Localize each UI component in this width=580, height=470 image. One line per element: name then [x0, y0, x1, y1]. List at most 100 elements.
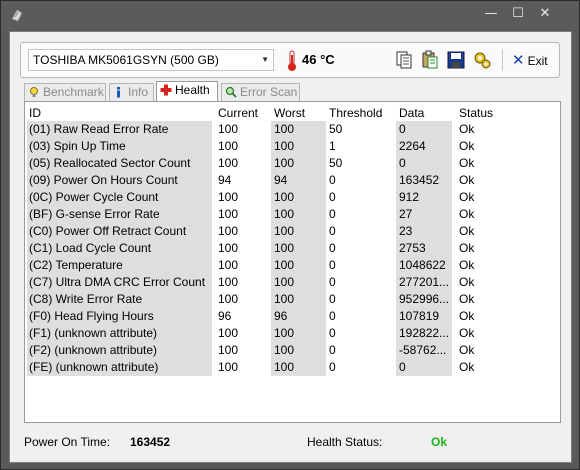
cell-threshold: 0	[329, 207, 336, 221]
minimize-button[interactable]: —	[478, 3, 504, 25]
drive-select-value: TOSHIBA MK5061GSYN (500 GB)	[33, 53, 219, 67]
cell-worst: 100	[274, 360, 295, 374]
table-row[interactable]: (03) Spin Up Time 100 100 1 2264 Ok	[27, 138, 557, 155]
cell-threshold: 0	[329, 258, 336, 272]
table-row[interactable]: (C1) Load Cycle Count 100 100 0 2753 Ok	[27, 240, 557, 257]
cell-threshold: 0	[329, 190, 336, 204]
cell-threshold: 0	[329, 292, 336, 306]
health-status-label: Health Status:	[307, 435, 383, 449]
smart-attributes-table[interactable]: ID Current Worst Threshold Data Status (…	[27, 104, 557, 376]
cell-threshold: 0	[329, 173, 336, 187]
cell-worst: 96	[274, 309, 288, 323]
table-row[interactable]: (C8) Write Error Rate 100 100 0 952996... Ok	[27, 291, 557, 308]
table-row[interactable]: (09) Power On Hours Count 94 94 0 163452 Ok	[27, 172, 557, 189]
cell-current: 100	[218, 258, 239, 272]
cell-worst: 100	[274, 207, 295, 221]
main-client-area: TOSHIBA MK5061GSYN (500 GB) ▼ 46 °C ✕ Ex…	[9, 31, 572, 463]
table-row[interactable]: (F2) (unknown attribute) 100 100 0 -58762...…	[27, 342, 557, 359]
tab-error-scan-label: Error Scan	[240, 85, 298, 99]
health-panel: ID Current Worst Threshold Data Status (…	[24, 101, 561, 423]
cell-id: (0C) Power Cycle Count	[29, 190, 159, 204]
cell-worst: 100	[274, 275, 295, 289]
drive-select[interactable]: TOSHIBA MK5061GSYN (500 GB) ▼	[28, 49, 274, 71]
cell-status: Ok	[459, 275, 475, 289]
tab-health-label: Health	[175, 83, 210, 97]
app-icon	[11, 9, 23, 22]
header-worst[interactable]: Worst	[274, 106, 324, 120]
copy-icon[interactable]	[394, 50, 414, 70]
cell-threshold: 0	[329, 224, 336, 238]
paste-icon[interactable]	[420, 50, 440, 70]
cell-status: Ok	[459, 343, 475, 357]
cell-status: Ok	[459, 292, 475, 306]
table-row[interactable]: (FE) (unknown attribute) 100 100 0 0 Ok	[27, 359, 557, 376]
maximize-button[interactable]: ☐	[505, 3, 531, 25]
cell-current: 100	[218, 292, 239, 306]
cell-worst: 100	[274, 139, 295, 153]
cell-threshold: 1	[329, 139, 336, 153]
close-button[interactable]: ✕	[532, 3, 558, 25]
table-row[interactable]: (F1) (unknown attribute) 100 100 0 192822...…	[27, 325, 557, 342]
cell-id: (C8) Write Error Rate	[29, 292, 143, 306]
cell-worst: 100	[274, 122, 295, 136]
cell-id: (C7) Ultra DMA CRC Error Count	[29, 275, 206, 289]
table-row[interactable]: (C7) Ultra DMA CRC Error Count 100 100 0 277…	[27, 274, 557, 291]
tab-error-scan[interactable]: Error Scan	[221, 83, 300, 101]
cell-status: Ok	[459, 173, 475, 187]
cell-id: (05) Reallocated Sector Count	[29, 156, 191, 170]
cell-threshold: 0	[329, 326, 336, 340]
cell-threshold: 0	[329, 343, 336, 357]
header-data[interactable]: Data	[399, 106, 449, 120]
header-status[interactable]: Status	[459, 106, 539, 120]
cell-current: 100	[218, 241, 239, 255]
cell-threshold: 0	[329, 309, 336, 323]
exit-button[interactable]: ✕ Exit	[512, 49, 548, 71]
cell-current: 100	[218, 207, 239, 221]
header-id[interactable]: ID	[29, 106, 213, 120]
table-row[interactable]: (BF) G-sense Error Rate 100 100 0 27 Ok	[27, 206, 557, 223]
cell-id: (C2) Temperature	[29, 258, 123, 272]
cell-worst: 100	[274, 343, 295, 357]
health-cross-icon	[160, 84, 172, 96]
table-row[interactable]: (0C) Power Cycle Count 100 100 0 912 Ok	[27, 189, 557, 206]
cell-current: 100	[218, 224, 239, 238]
table-row[interactable]: (C2) Temperature 100 100 0 1048622 Ok	[27, 257, 557, 274]
tab-benchmark-label: Benchmark	[43, 85, 104, 99]
cell-worst: 100	[274, 224, 295, 238]
tab-info[interactable]: Info	[109, 83, 154, 101]
power-on-time-value: 163452	[130, 435, 171, 449]
cell-data: 0	[399, 122, 406, 136]
power-on-time-label: Power On Time:	[24, 435, 111, 449]
cell-threshold: 50	[329, 156, 343, 170]
cell-worst: 94	[274, 173, 288, 187]
tab-health[interactable]: Health	[156, 81, 218, 101]
cell-id: (F1) (unknown attribute)	[29, 326, 158, 340]
title-bar[interactable]: — ☐ ✕	[1, 1, 579, 29]
cell-data: 0	[399, 156, 406, 170]
chevron-down-icon: ▼	[261, 55, 269, 64]
cell-status: Ok	[459, 309, 475, 323]
save-icon[interactable]	[446, 50, 466, 70]
exit-label: Exit	[527, 54, 548, 68]
cell-current: 100	[218, 360, 239, 374]
toolbar: TOSHIBA MK5061GSYN (500 GB) ▼ 46 °C ✕ Ex…	[20, 42, 560, 78]
status-bar: Power On Time: 163452 Health Status: Ok	[24, 428, 561, 458]
table-row[interactable]: (05) Reallocated Sector Count 100 100 50 0 Ok	[27, 155, 557, 172]
cell-worst: 100	[274, 190, 295, 204]
table-body: (01) Raw Read Error Rate 100 100 50 0 Ok (03) …	[27, 121, 557, 376]
cell-data: -58762...	[399, 343, 447, 357]
cell-data: 952996...	[399, 292, 449, 306]
tab-benchmark[interactable]: Benchmark	[24, 83, 106, 101]
settings-icon[interactable]	[472, 50, 492, 70]
cell-threshold: 0	[329, 360, 336, 374]
toolbar-separator	[502, 49, 503, 71]
table-row[interactable]: (F0) Head Flying Hours 96 96 0 107819 Ok	[27, 308, 557, 325]
table-row[interactable]: (01) Raw Read Error Rate 100 100 50 0 Ok	[27, 121, 557, 138]
table-row[interactable]: (C0) Power Off Retract Count 100 100 0 23 Ok	[27, 223, 557, 240]
header-threshold[interactable]: Threshold	[329, 106, 391, 120]
header-current[interactable]: Current	[218, 106, 268, 120]
cell-current: 100	[218, 122, 239, 136]
cell-data: 192822...	[399, 326, 449, 340]
cell-data: 163452	[399, 173, 440, 187]
cell-data: 27	[399, 207, 413, 221]
